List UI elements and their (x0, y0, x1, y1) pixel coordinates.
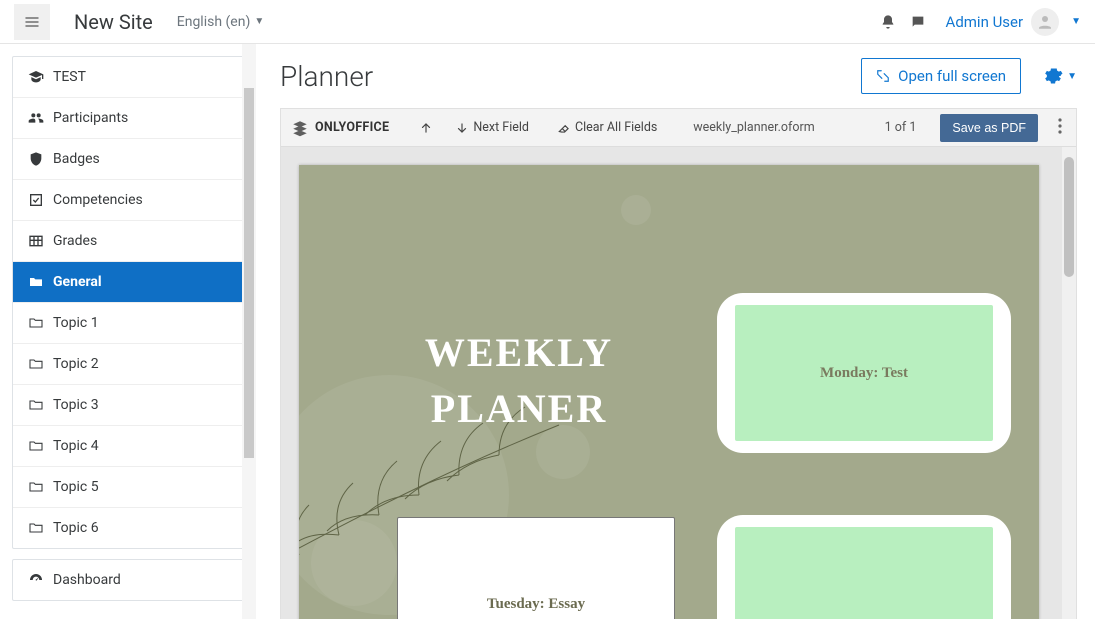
sidebar-item-dashboard[interactable]: Dashboard (13, 560, 243, 600)
site-brand[interactable]: New Site (74, 10, 153, 34)
sidebar-item-general[interactable]: General (13, 262, 243, 303)
clear-all-fields-button[interactable]: Clear All Fields (551, 116, 663, 139)
onlyoffice-logo: ONLYOFFICE (291, 119, 389, 137)
planner-card-monday-label: Monday: Test (717, 365, 1011, 382)
avatar[interactable] (1031, 8, 1059, 36)
graduation-cap-icon (27, 69, 45, 85)
sidebar-item-topic-2[interactable]: Topic 2 (13, 344, 243, 385)
onlyoffice-mark-icon (291, 119, 309, 137)
sidebar-item-competencies[interactable]: Competencies (13, 180, 243, 221)
language-switcher[interactable]: English (en) ▼ (177, 14, 265, 30)
editor-scrollbar[interactable] (1062, 147, 1076, 619)
sidebar-item-label: Topic 4 (53, 438, 99, 454)
save-as-pdf-button[interactable]: Save as PDF (940, 114, 1038, 142)
folder-icon (27, 356, 45, 372)
hamburger-icon (24, 14, 40, 30)
editor-canvas[interactable]: WEEKLY PLANER Monday: Test Tuesday: Essa… (281, 147, 1076, 619)
gear-icon (1043, 66, 1063, 86)
sidebar-item-label: Competencies (53, 192, 143, 208)
chat-icon (910, 14, 926, 30)
sidebar-item-topic-5[interactable]: Topic 5 (13, 467, 243, 508)
sidebar-item-label: Grades (53, 233, 97, 249)
bell-icon (880, 14, 896, 30)
document-title-line2: PLANER (399, 381, 639, 437)
messages-button[interactable] (904, 8, 932, 36)
more-menu-button[interactable] (1054, 114, 1066, 142)
avatar-placeholder-icon (1036, 13, 1054, 31)
caret-down-icon: ▼ (254, 16, 264, 27)
sidebar-item-label: Dashboard (53, 572, 121, 588)
planner-card-tuesday[interactable]: Tuesday: Essay (397, 517, 675, 619)
dashboard-icon (27, 572, 45, 588)
page-counter: 1 of 1 (885, 120, 917, 135)
sidebar-item-label: TEST (53, 69, 86, 85)
sidebar-item-label: Topic 3 (53, 397, 99, 413)
arrow-down-icon (455, 121, 469, 135)
planner-card-monday[interactable]: Monday: Test (717, 293, 1011, 453)
sidebar-item-badges[interactable]: Badges (13, 139, 243, 180)
document-filename: weekly_planner.oform (693, 120, 814, 135)
sidebar-item-label: Topic 6 (53, 520, 99, 536)
sidebar-item-grades[interactable]: Grades (13, 221, 243, 262)
sidebar-item-label: Participants (53, 110, 128, 126)
document-page: WEEKLY PLANER Monday: Test Tuesday: Essa… (299, 165, 1039, 619)
user-menu-link[interactable]: Admin User (946, 13, 1024, 31)
sidebar-item-topic-4[interactable]: Topic 4 (13, 426, 243, 467)
prev-field-button[interactable] (413, 117, 443, 139)
page-title: Planner (280, 60, 861, 93)
arrow-up-icon (419, 121, 433, 135)
settings-menu-button[interactable]: ▼ (1043, 66, 1077, 86)
folder-icon (27, 438, 45, 454)
sidebar-item-label: Topic 2 (53, 356, 99, 372)
dots-vertical-icon (1058, 118, 1062, 134)
next-field-label: Next Field (473, 120, 529, 135)
planner-field-next[interactable] (735, 527, 993, 619)
sidebar-item-topic-6[interactable]: Topic 6 (13, 508, 243, 548)
sidebar-item-label: Topic 5 (53, 479, 99, 495)
document-title: WEEKLY PLANER (399, 325, 639, 437)
sidebar-item-label: Badges (53, 151, 100, 167)
document-editor: ONLYOFFICE Next Field Clear All Fields w… (280, 108, 1077, 619)
users-icon (27, 110, 45, 126)
eraser-icon (557, 121, 571, 135)
planner-card-next[interactable] (717, 515, 1011, 619)
folder-icon (27, 397, 45, 413)
open-full-screen-button[interactable]: Open full screen (861, 58, 1021, 94)
sidebar-item-test[interactable]: TEST (13, 57, 243, 98)
open-full-screen-label: Open full screen (898, 67, 1006, 85)
table-icon (27, 233, 45, 249)
editor-toolbar: ONLYOFFICE Next Field Clear All Fields w… (281, 109, 1076, 147)
decorative-circle (311, 520, 397, 606)
sidebar-item-topic-1[interactable]: Topic 1 (13, 303, 243, 344)
check-square-icon (27, 192, 45, 208)
onlyoffice-label: ONLYOFFICE (315, 120, 389, 135)
sidebar-item-participants[interactable]: Participants (13, 98, 243, 139)
folder-icon (27, 315, 45, 331)
hamburger-button[interactable] (14, 4, 50, 40)
folder-icon (27, 479, 45, 495)
folder-icon (27, 520, 45, 536)
top-navbar: New Site English (en) ▼ Admin User ▼ (0, 0, 1095, 44)
language-label: English (en) (177, 14, 251, 30)
sidebar-item-label: Topic 1 (53, 315, 99, 331)
caret-down-icon: ▼ (1067, 71, 1077, 82)
planner-card-tuesday-label: Tuesday: Essay (398, 596, 674, 613)
folder-icon (27, 274, 45, 290)
main-area: Planner Open full screen ▼ ONLYOFFICE (256, 44, 1095, 619)
sidebar-item-topic-3[interactable]: Topic 3 (13, 385, 243, 426)
shield-icon (27, 151, 45, 167)
decorative-circle (621, 195, 651, 225)
sidebar-item-label: General (53, 274, 102, 290)
next-field-button[interactable]: Next Field (449, 116, 535, 139)
editor-scrollbar-thumb[interactable] (1064, 157, 1074, 277)
expand-icon (876, 69, 890, 83)
notifications-button[interactable] (874, 8, 902, 36)
clear-all-fields-label: Clear All Fields (575, 120, 657, 135)
document-title-line1: WEEKLY (399, 325, 639, 381)
user-menu-caret-icon[interactable]: ▼ (1071, 16, 1081, 27)
sidebar: TEST Participants Badges Competencies Gr… (0, 44, 256, 619)
